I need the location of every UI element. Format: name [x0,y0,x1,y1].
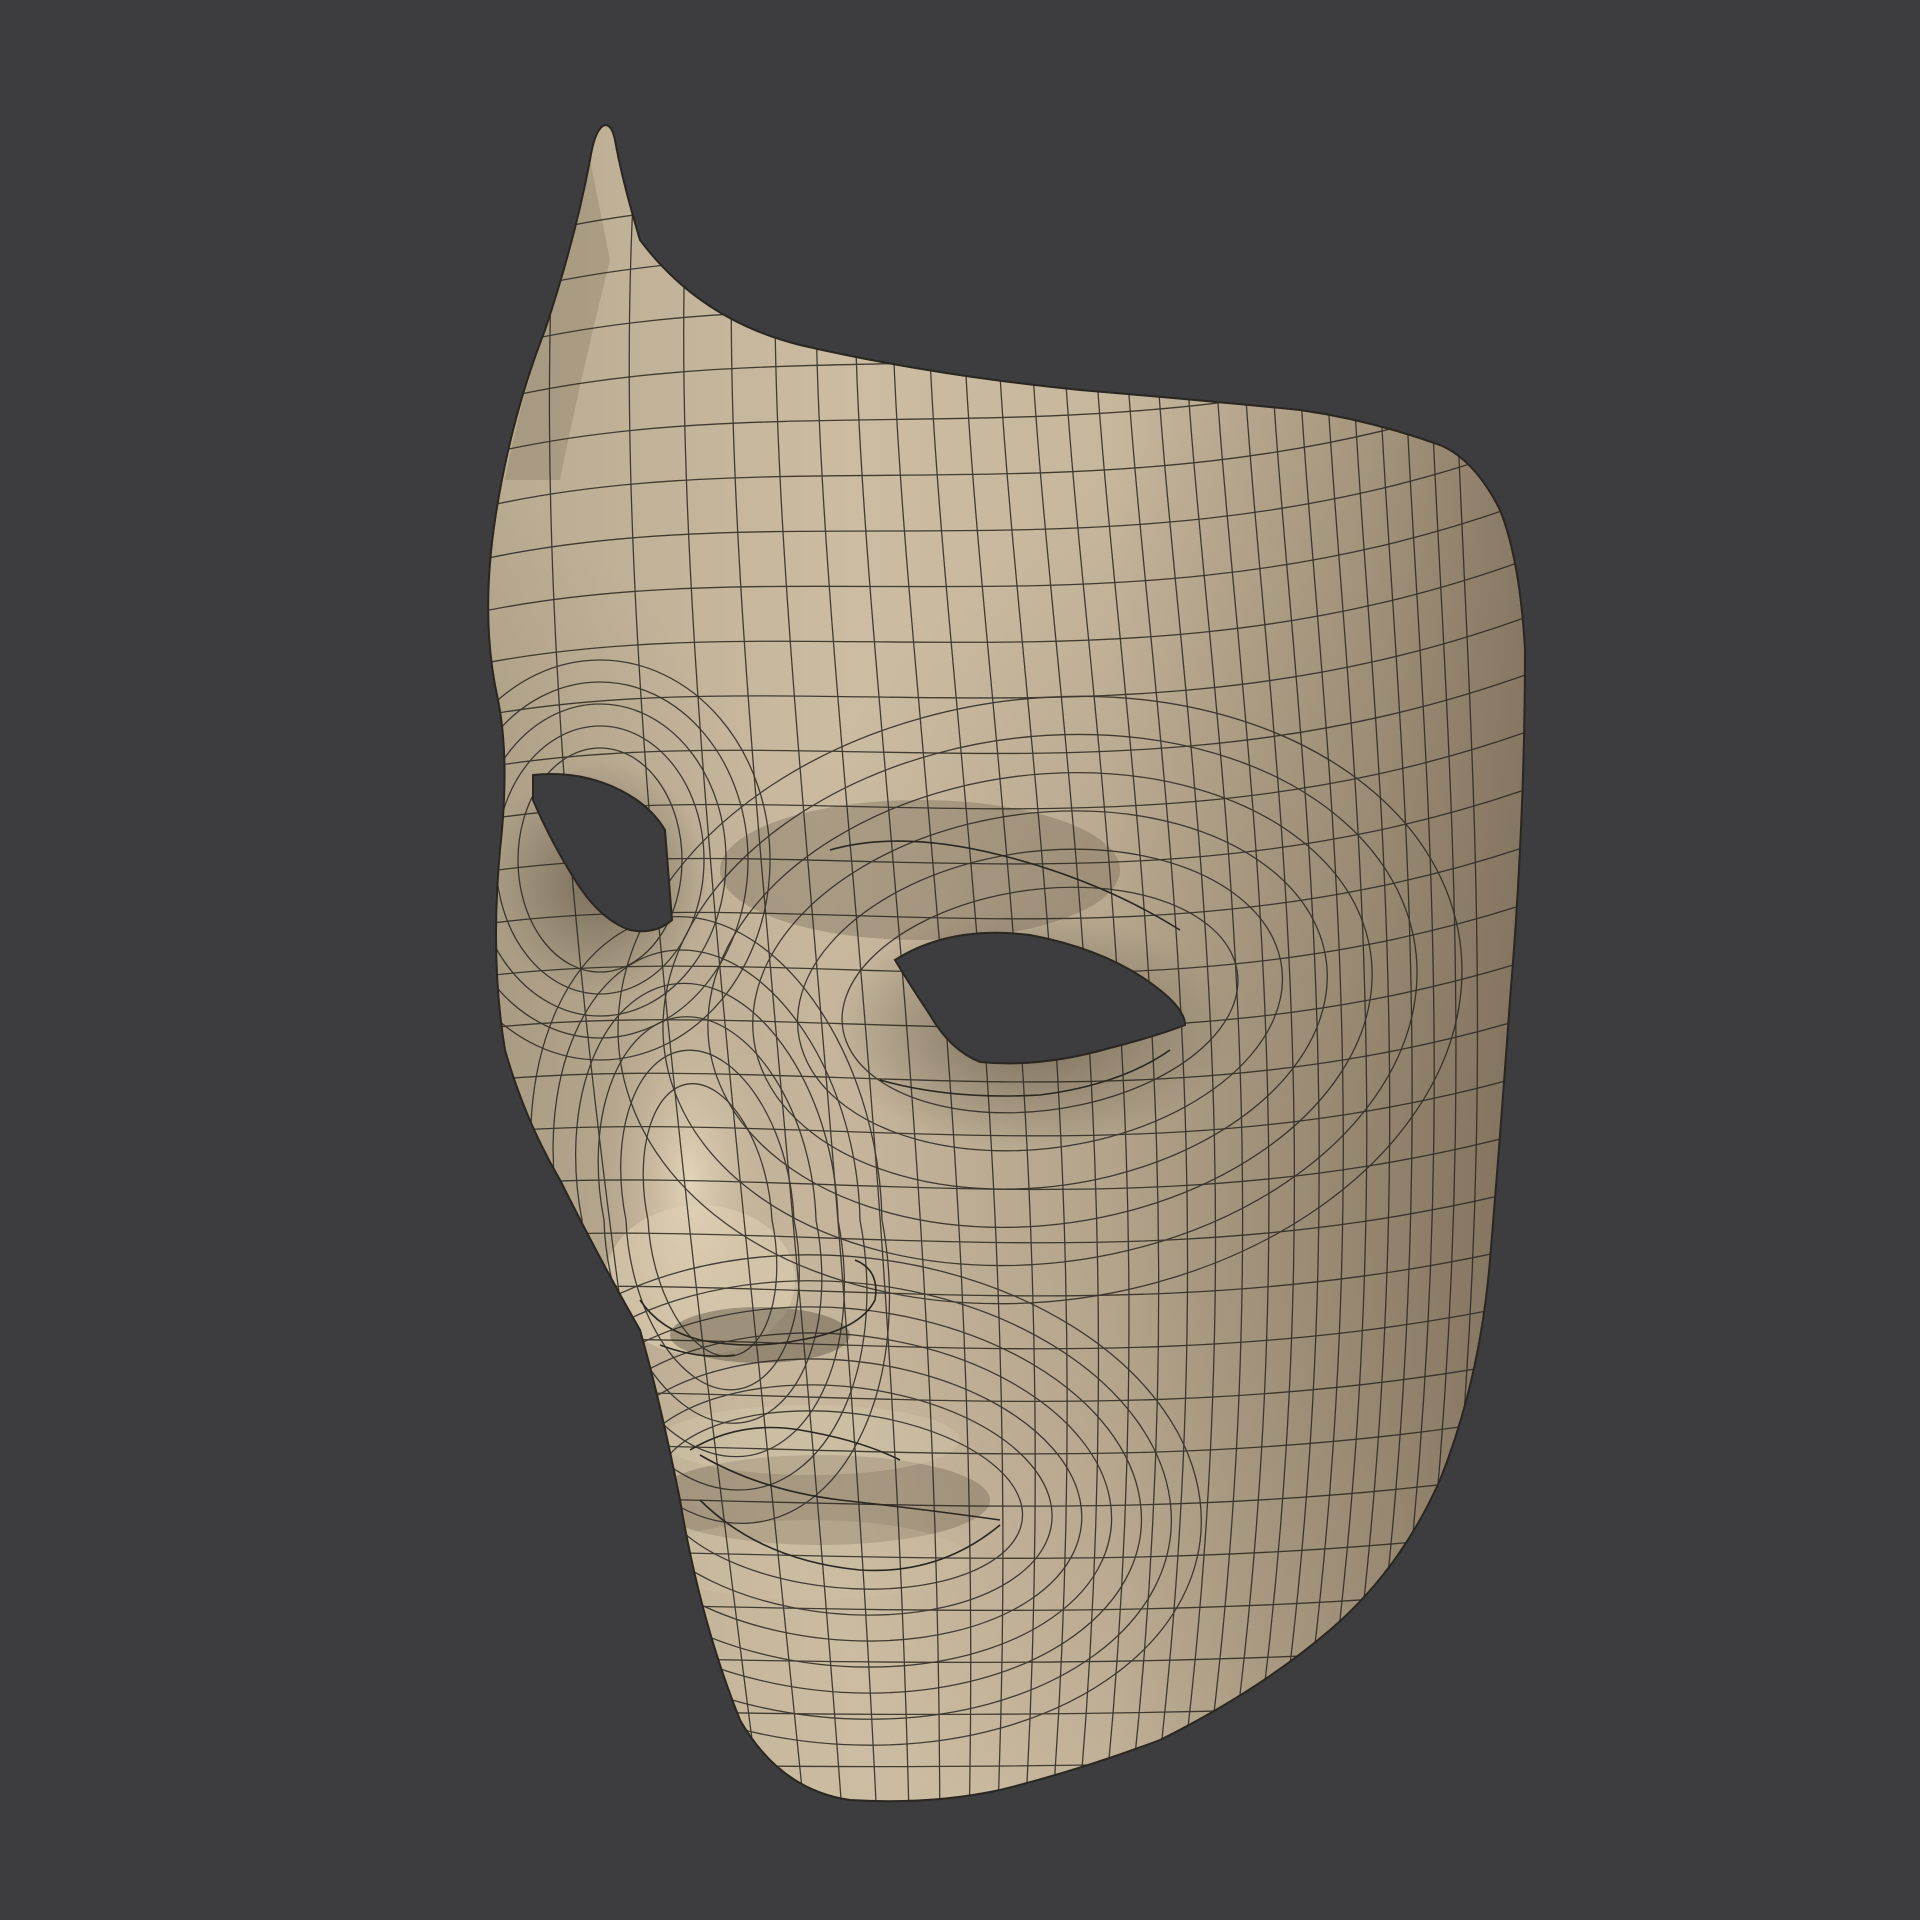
mask-mesh[interactable] [0,0,1920,1920]
viewport-canvas[interactable] [0,0,1920,1920]
3d-viewport[interactable] [0,0,1920,1920]
wire-edge-horizontal [470,1810,1560,1819]
